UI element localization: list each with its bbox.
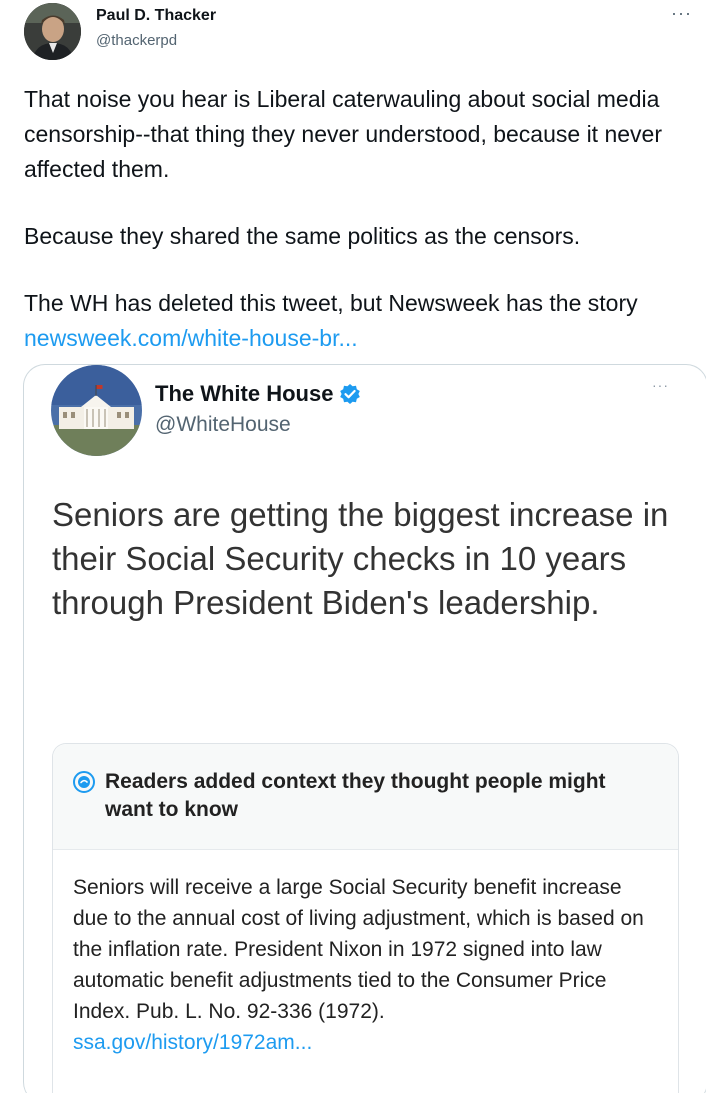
embedded-more-icon[interactable]: ··· xyxy=(652,377,669,393)
community-note-body: Seniors will receive a large Social Secu… xyxy=(53,850,678,1058)
author-avatar[interactable] xyxy=(24,3,81,60)
community-notes-icon xyxy=(73,771,95,793)
embedded-author-handle[interactable]: @WhiteHouse xyxy=(155,413,291,437)
ssa-link[interactable]: ssa.gov/history/1972am... xyxy=(73,1027,658,1058)
white-house-avatar[interactable] xyxy=(51,365,142,456)
newsweek-link[interactable]: newsweek.com/white-house-br... xyxy=(24,325,358,351)
tweet-paragraph-1: That noise you hear is Liberal caterwaul… xyxy=(24,86,662,182)
embedded-author-name-text: The White House xyxy=(155,381,334,406)
embedded-tweet-card[interactable]: The White House @WhiteHouse ··· Seniors … xyxy=(23,364,706,1093)
community-note-title: Readers added context they thought peopl… xyxy=(105,770,606,821)
tweet-paragraph-3: The WH has deleted this tweet, but Newsw… xyxy=(24,286,704,356)
verified-icon xyxy=(339,383,361,405)
embedded-tweet-text: Seniors are getting the biggest increase… xyxy=(52,496,669,621)
tweet-paragraph-3-text: The WH has deleted this tweet, but Newsw… xyxy=(24,290,638,316)
tweet-paragraph-2: Because they shared the same politics as… xyxy=(24,223,581,249)
more-icon[interactable]: ··· xyxy=(671,4,692,22)
community-note-text: Seniors will receive a large Social Secu… xyxy=(73,876,644,1023)
tweet-text: That noise you hear is Liberal caterwaul… xyxy=(24,82,704,356)
author-handle[interactable]: @thackerpd xyxy=(96,31,177,51)
tweet: Paul D. Thacker @thackerpd ··· That nois… xyxy=(0,0,706,1093)
author-name[interactable]: Paul D. Thacker xyxy=(96,6,216,26)
embedded-author-name[interactable]: The White House xyxy=(155,381,361,407)
community-note: Readers added context they thought peopl… xyxy=(52,743,679,1093)
community-note-header: Readers added context they thought peopl… xyxy=(53,744,678,850)
